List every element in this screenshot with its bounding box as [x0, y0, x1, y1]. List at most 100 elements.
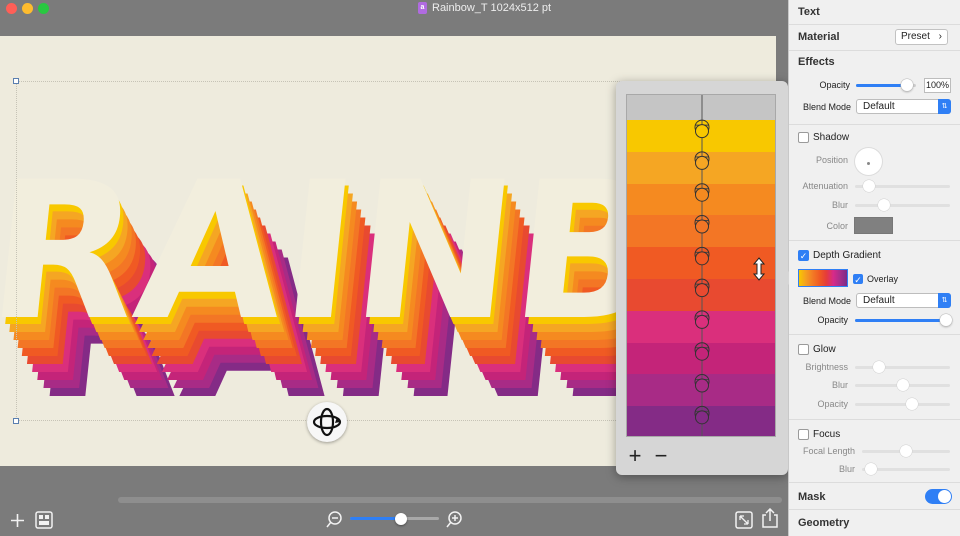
glow-blur-slider-knob[interactable] [896, 379, 909, 391]
mask-section: Mask [789, 483, 960, 510]
resize-handle-top-left[interactable] [13, 78, 19, 84]
geometry-section: Geometry [789, 510, 960, 536]
layers-panel-icon[interactable] [35, 511, 53, 529]
stop-dot [695, 187, 709, 202]
depth-blend-mode-label: Blend Mode [802, 296, 851, 306]
depth-blend-mode-value: Default [863, 295, 895, 306]
shadow-label: Shadow [813, 132, 850, 143]
depth-blend-mode-popup[interactable]: Default ⇅ [856, 293, 951, 308]
popover-pointer [782, 271, 789, 285]
focus-blur-slider[interactable] [862, 463, 950, 475]
zoom-window-button[interactable] [38, 3, 49, 14]
glow-opacity-slider[interactable] [855, 398, 950, 410]
glow-label: Glow [813, 344, 836, 355]
focus-checkbox[interactable] [798, 429, 809, 440]
stop-dot [695, 283, 709, 298]
mask-section-title[interactable]: Mask [798, 491, 826, 503]
zoom-slider-fill [350, 517, 401, 520]
depth-gradient-label: Depth Gradient [813, 250, 881, 261]
focus-section: Focus Focal Length Blur [789, 420, 960, 483]
zoom-in-icon[interactable] [446, 511, 463, 528]
depth-opacity-slider[interactable] [855, 314, 953, 326]
preset-button-label: Preset [901, 31, 930, 42]
shadow-blur-label: Blur [831, 200, 848, 210]
updown-chevron-icon: ⇅ [938, 293, 951, 308]
shadow-position-control[interactable] [855, 148, 882, 175]
share-icon[interactable] [762, 508, 778, 528]
glow-checkbox[interactable] [798, 344, 809, 355]
depth-opacity-slider-knob[interactable] [940, 314, 953, 326]
chevron-right-icon: › [938, 31, 942, 42]
attenuation-slider-knob[interactable] [863, 180, 876, 192]
inspector-panel: Text Material Preset › Effects Opacity 1… [782, 0, 960, 536]
shadow-section: Shadow Position Attenuation Blur Color [789, 125, 960, 241]
brightness-slider[interactable] [855, 361, 950, 373]
stop-dot [695, 378, 709, 393]
focal-length-slider-knob[interactable] [900, 445, 912, 457]
glow-blur-label: Blur [831, 380, 848, 390]
opacity-slider-knob[interactable] [901, 79, 913, 91]
focus-label: Focus [813, 429, 841, 440]
geometry-section-title[interactable]: Geometry [798, 517, 849, 529]
opacity-slider[interactable] [856, 79, 916, 91]
document-icon: a [418, 2, 427, 14]
preset-button[interactable]: Preset › [895, 29, 948, 45]
rotate-3d-handle[interactable] [307, 402, 347, 442]
blend-mode-popup[interactable]: Default ⇅ [856, 99, 951, 114]
shadow-color-well[interactable] [854, 217, 893, 234]
text-section-title[interactable]: Text [798, 6, 820, 18]
attenuation-slider[interactable] [855, 180, 950, 192]
attenuation-label: Attenuation [802, 181, 848, 191]
zoom-slider-knob[interactable] [395, 513, 407, 525]
overlay-label: Overlay [867, 274, 899, 284]
stop-dot [695, 410, 709, 425]
depth-gradient-checkbox[interactable]: ✓ [798, 250, 809, 261]
effects-section-title: Effects [798, 56, 835, 68]
updown-chevron-icon: ⇅ [938, 99, 951, 114]
fit-to-window-icon[interactable] [735, 511, 753, 529]
blend-mode-value: Default [863, 101, 895, 112]
stop-dot [695, 219, 709, 234]
material-section: Material Preset › [789, 25, 960, 51]
title-bar: a Rainbow_T 1024x512 pt [0, 0, 788, 18]
resize-handle-bottom-left[interactable] [13, 418, 19, 424]
mask-toggle[interactable] [925, 489, 952, 504]
material-section-title[interactable]: Material [798, 31, 840, 43]
focus-blur-label: Blur [838, 464, 855, 474]
blend-mode-label: Blend Mode [802, 102, 851, 112]
shadow-blur-slider[interactable] [855, 199, 950, 211]
glow-section: Glow Brightness Blur Opacity [789, 335, 960, 420]
vertical-resize-icon[interactable] [753, 257, 765, 281]
depth-opacity-label: Opacity [817, 315, 848, 325]
glow-opacity-slider-knob[interactable] [906, 398, 918, 410]
focus-blur-slider-knob[interactable] [864, 463, 877, 475]
horizontal-scrollbar[interactable] [118, 497, 782, 503]
overlay-checkbox[interactable]: ✓ [853, 274, 863, 285]
add-layer-icon[interactable] [10, 513, 25, 528]
depth-gradient-section: ✓ Depth Gradient ✓ Overlay Blend Mode De… [782, 241, 960, 335]
stop-dot [695, 251, 709, 266]
add-stop-button[interactable]: + [625, 445, 645, 467]
opacity-value-field[interactable]: 100% [924, 78, 951, 93]
stop-dot [695, 124, 709, 139]
focal-length-label: Focal Length [802, 446, 855, 456]
glow-blur-slider[interactable] [855, 379, 950, 391]
glow-opacity-label: Opacity [817, 399, 848, 409]
shadow-checkbox[interactable] [798, 132, 809, 143]
depth-gradient-popover: + − [616, 81, 788, 475]
depth-gradient-swatch[interactable] [798, 269, 848, 287]
brightness-slider-knob[interactable] [872, 361, 885, 373]
minimize-window-button[interactable] [22, 3, 33, 14]
remove-stop-button[interactable]: − [651, 445, 671, 467]
window-title: a Rainbow_T 1024x512 pt [418, 2, 551, 14]
depth-opacity-slider-fill [855, 319, 947, 322]
close-window-button[interactable] [6, 3, 17, 14]
opacity-slider-fill [856, 84, 907, 87]
brightness-label: Brightness [805, 362, 848, 372]
focal-length-slider[interactable] [862, 445, 950, 457]
opacity-label: Opacity [819, 80, 850, 90]
text-section: Text [789, 0, 960, 25]
shadow-blur-slider-knob[interactable] [877, 199, 890, 211]
zoom-out-icon[interactable] [326, 511, 343, 528]
stop-dot [695, 314, 709, 329]
